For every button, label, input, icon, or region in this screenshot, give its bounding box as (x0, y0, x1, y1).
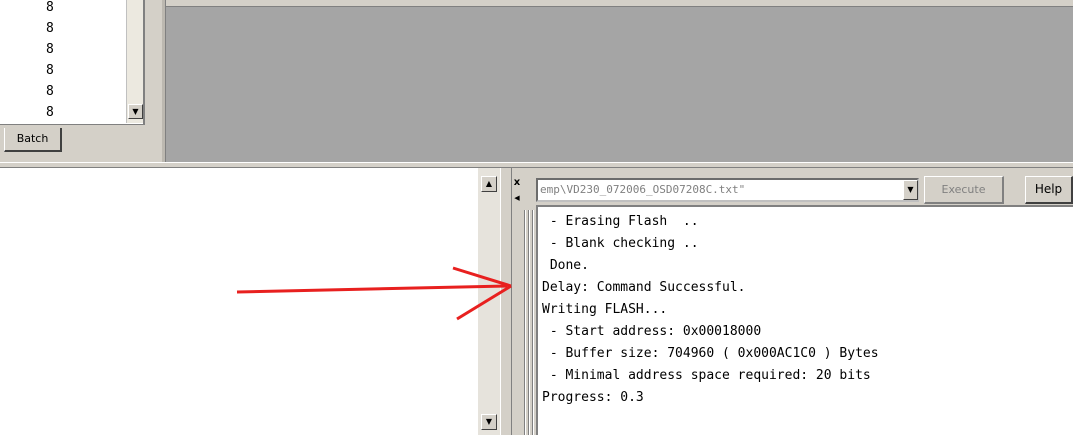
log-line: - Blank checking .. (542, 236, 699, 251)
list-item[interactable]: 8 (46, 105, 54, 120)
list-item[interactable]: 8 (46, 84, 54, 99)
log-line: - Start address: 0x00018000 (542, 324, 762, 339)
scroll-down-icon[interactable]: ▼ (128, 104, 143, 119)
panel-grip[interactable] (524, 210, 536, 435)
log-line: - Erasing Flash .. (542, 214, 699, 229)
log-line: Progress: 0.3 (542, 390, 644, 405)
list-item[interactable]: 8 (46, 63, 54, 78)
annotation-arrow-icon (236, 266, 512, 321)
list-item[interactable]: 8 (46, 42, 54, 57)
command-combobox[interactable]: emp\VD230_072006_OSD07208C.txt" (536, 178, 919, 202)
log-line: Delay: Command Successful. (542, 280, 746, 295)
tab-batch[interactable]: Batch (4, 128, 62, 152)
log-line: - Buffer size: 704960 ( 0x000AC1C0 ) Byt… (542, 346, 879, 361)
batch-list-pane[interactable]: 8 8 8 8 8 8 ▼ (0, 0, 145, 125)
log-line: - Minimal address space required: 20 bit… (542, 368, 871, 383)
help-button[interactable]: Help (1025, 176, 1073, 204)
workspace-area (166, 6, 1073, 162)
list-item[interactable]: 8 (46, 0, 54, 15)
execute-button[interactable]: Execute (924, 176, 1004, 204)
log-line: Writing FLASH... (542, 302, 668, 317)
list-item[interactable]: 8 (46, 21, 54, 36)
close-icon[interactable]: x (513, 178, 521, 188)
scroll-down-icon[interactable]: ▼ (481, 414, 497, 430)
collapse-icon[interactable]: ◀ (513, 193, 521, 203)
list-scrollbar[interactable]: ▼ (126, 0, 143, 123)
output-log[interactable]: - Erasing Flash .. - Blank checking .. D… (536, 205, 1073, 435)
chevron-down-icon[interactable]: ▼ (903, 180, 918, 200)
log-line: Done. (542, 258, 589, 273)
scroll-up-icon[interactable]: ▲ (481, 176, 497, 192)
